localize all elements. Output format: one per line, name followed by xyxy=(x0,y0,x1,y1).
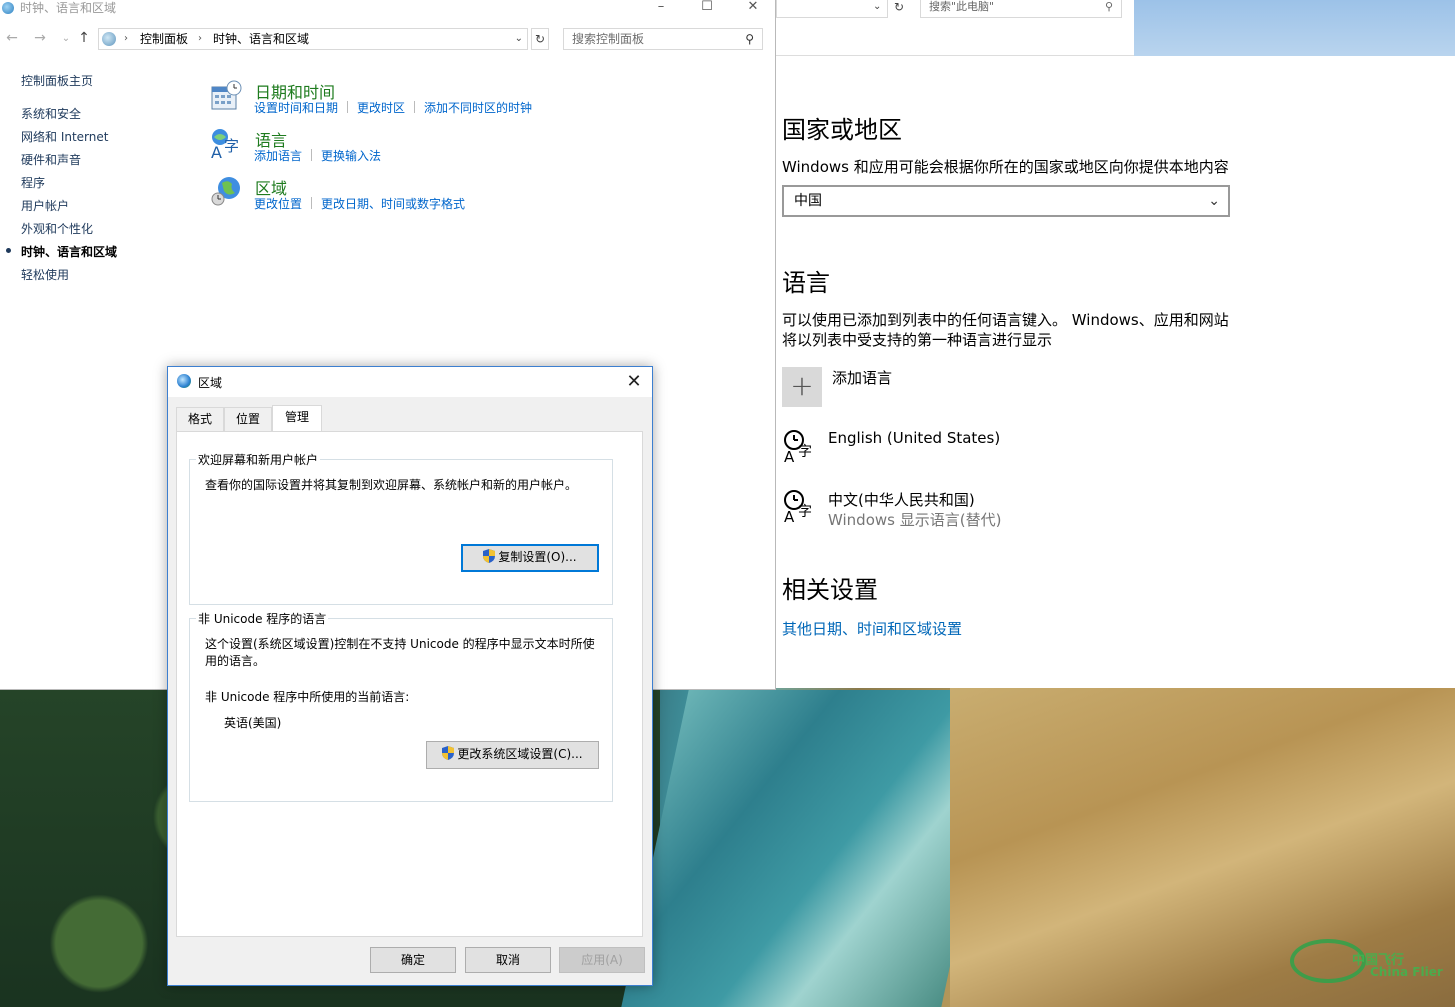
related-settings-heading: 相关设置 xyxy=(782,576,878,604)
apply-button[interactable]: 应用(A) xyxy=(559,947,645,973)
language-icon: A 字 xyxy=(211,129,239,159)
cancel-button[interactable]: 取消 xyxy=(465,947,551,973)
window-titlebar: 时钟、语言和区域 – ☐ ✕ xyxy=(0,0,776,22)
link-add-clocks[interactable]: 添加不同时区的时钟 xyxy=(424,101,532,115)
settings-region-language-page: 国家或地区 Windows 和应用可能会根据你所在的国家或地区向你提供本地内容 … xyxy=(776,56,1455,688)
language-icon: A 字 xyxy=(784,430,812,464)
sidebar-item-network[interactable]: 网络和 Internet xyxy=(21,130,108,144)
country-heading: 国家或地区 xyxy=(782,116,902,144)
forward-arrow-icon[interactable]: → xyxy=(30,30,50,46)
country-description: Windows 和应用可能会根据你所在的国家或地区向你提供本地内容 xyxy=(782,158,1229,176)
group-title: 非 Unicode 程序的语言 xyxy=(196,610,329,627)
maximize-button[interactable]: ☐ xyxy=(684,0,730,16)
breadcrumb-control-panel[interactable]: 控制面板 xyxy=(140,29,188,49)
svg-text:字: 字 xyxy=(798,444,812,460)
tab-administrative[interactable]: 管理 xyxy=(272,405,322,431)
sidebar-item-programs[interactable]: 程序 xyxy=(21,176,45,190)
link-add-language[interactable]: 添加语言 xyxy=(254,149,302,163)
search-icon[interactable]: ⚲ xyxy=(1105,0,1113,14)
region-dialog: 区域 ✕ 格式 位置 管理 欢迎屏幕和新用户帐户 查看你的国际设置并将其复制到欢… xyxy=(167,366,653,986)
current-language-value: 英语(美国) xyxy=(224,716,282,730)
explorer-window-fragment: ⌄ ↻ 搜索"此电脑" ⚲ xyxy=(776,0,1134,56)
svg-text:字: 字 xyxy=(798,504,812,520)
address-bar[interactable]: › 控制面板 › 时钟、语言和区域 ⌄ xyxy=(98,28,528,50)
site-watermark-logo: 中国飞行 China Flier xyxy=(1290,935,1450,995)
globe-icon xyxy=(211,177,240,206)
change-system-locale-button[interactable]: 更改系统区域设置(C)... xyxy=(426,741,599,769)
close-icon[interactable]: ✕ xyxy=(624,371,644,392)
sidebar-item-user-accounts[interactable]: 用户帐户 xyxy=(21,199,69,213)
sidebar-item-hardware-sound[interactable]: 硬件和声音 xyxy=(21,153,81,167)
uac-shield-icon xyxy=(483,549,496,563)
plus-icon: + xyxy=(790,369,814,402)
control-panel-icon xyxy=(2,2,14,14)
active-bullet-icon xyxy=(6,248,11,253)
sidebar-item-ease-of-access[interactable]: 轻松使用 xyxy=(21,268,69,282)
non-unicode-group: 非 Unicode 程序的语言 这个设置(系统区域设置)控制在不支持 Unico… xyxy=(189,610,613,802)
other-date-time-region-link[interactable]: 其他日期、时间和区域设置 xyxy=(782,618,962,639)
dialog-titlebar: 区域 ✕ xyxy=(168,367,652,397)
dialog-title: 区域 xyxy=(198,376,223,390)
tab-location[interactable]: 位置 xyxy=(224,407,272,431)
group-title: 欢迎屏幕和新用户帐户 xyxy=(196,451,321,468)
uac-shield-icon xyxy=(442,746,455,760)
ok-button[interactable]: 确定 xyxy=(370,947,456,973)
calendar-clock-icon xyxy=(211,80,242,110)
explorer-address-bar[interactable]: ⌄ xyxy=(776,0,888,18)
language-icon: A 字 xyxy=(784,490,812,524)
link-set-time-date[interactable]: 设置时间和日期 xyxy=(254,101,338,115)
tab-formats[interactable]: 格式 xyxy=(176,407,224,431)
minimize-button[interactable]: – xyxy=(638,0,684,16)
language-item-english[interactable]: English (United States) xyxy=(828,429,1000,447)
svg-text:A: A xyxy=(784,508,795,524)
svg-text:字: 字 xyxy=(224,137,239,155)
explorer-search-input[interactable]: 搜索"此电脑" ⚲ xyxy=(920,0,1122,18)
welcome-screen-group: 欢迎屏幕和新用户帐户 查看你的国际设置并将其复制到欢迎屏幕、系统帐户和新的用户帐… xyxy=(189,451,613,605)
country-select[interactable]: 中国 ⌄ xyxy=(782,185,1230,217)
svg-text:A: A xyxy=(211,143,222,159)
language-heading: 语言 xyxy=(782,269,830,297)
language-item-chinese-sub: Windows 显示语言(替代) xyxy=(828,511,1002,529)
group-description: 这个设置(系统区域设置)控制在不支持 Unicode 的程序中显示文本时所使用的… xyxy=(205,637,595,668)
chevron-down-icon[interactable]: ⌄ xyxy=(515,29,523,49)
svg-text:A: A xyxy=(784,448,795,464)
refresh-button[interactable]: ↻ xyxy=(531,28,549,50)
chevron-down-icon: ⌄ xyxy=(1208,193,1220,209)
close-button[interactable]: ✕ xyxy=(730,0,776,16)
recent-chevron-icon[interactable]: ⌄ xyxy=(56,33,76,44)
language-item-chinese[interactable]: 中文(中华人民共和国) xyxy=(828,489,975,510)
breadcrumb-chevron-icon[interactable]: › xyxy=(124,29,128,49)
globe-icon xyxy=(177,374,191,388)
search-icon[interactable]: ⚲ xyxy=(745,29,754,49)
link-change-location[interactable]: 更改位置 xyxy=(254,197,302,211)
link-change-formats[interactable]: 更改日期、时间或数字格式 xyxy=(321,197,465,211)
group-description: 查看你的国际设置并将其复制到欢迎屏幕、系统帐户和新的用户帐户。 xyxy=(205,478,578,492)
chevron-down-icon[interactable]: ⌄ xyxy=(873,1,881,12)
current-language-label: 非 Unicode 程序中所使用的当前语言: xyxy=(205,690,410,704)
add-language-button[interactable]: + xyxy=(782,367,822,407)
administrative-tab-panel: 欢迎屏幕和新用户帐户 查看你的国际设置并将其复制到欢迎屏幕、系统帐户和新的用户帐… xyxy=(176,431,643,937)
navigation-bar: ← → ⌄ ↑ › 控制面板 › 时钟、语言和区域 ⌄ ↻ 搜索控制面板 ⚲ xyxy=(0,28,776,52)
add-language-label[interactable]: 添加语言 xyxy=(832,367,892,388)
refresh-icon: ↻ xyxy=(534,32,546,46)
link-change-timezone[interactable]: 更改时区 xyxy=(357,101,405,115)
up-arrow-icon[interactable]: ↑ xyxy=(74,30,94,46)
sidebar-item-system-security[interactable]: 系统和安全 xyxy=(21,107,81,121)
sidebar-item-appearance[interactable]: 外观和个性化 xyxy=(21,222,93,236)
breadcrumb-clock-language-region[interactable]: 时钟、语言和区域 xyxy=(213,29,309,49)
wallpaper-sky xyxy=(1134,0,1455,56)
language-description: 可以使用已添加到列表中的任何语言键入。 Windows、应用和网站将以列表中受支… xyxy=(782,311,1229,349)
sidebar-item-home[interactable]: 控制面板主页 xyxy=(21,74,93,88)
window-title: 时钟、语言和区域 xyxy=(20,1,117,15)
back-arrow-icon[interactable]: ← xyxy=(2,30,22,46)
breadcrumb-chevron-icon[interactable]: › xyxy=(198,29,202,49)
copy-settings-button[interactable]: 复制设置(O)... xyxy=(461,544,599,572)
control-panel-icon xyxy=(102,32,116,46)
sidebar-item-clock-language-region[interactable]: 时钟、语言和区域 xyxy=(21,245,117,259)
control-panel-search-input[interactable]: 搜索控制面板 ⚲ xyxy=(563,28,763,50)
link-change-input-method[interactable]: 更换输入法 xyxy=(321,149,381,163)
refresh-icon[interactable]: ↻ xyxy=(890,0,908,18)
